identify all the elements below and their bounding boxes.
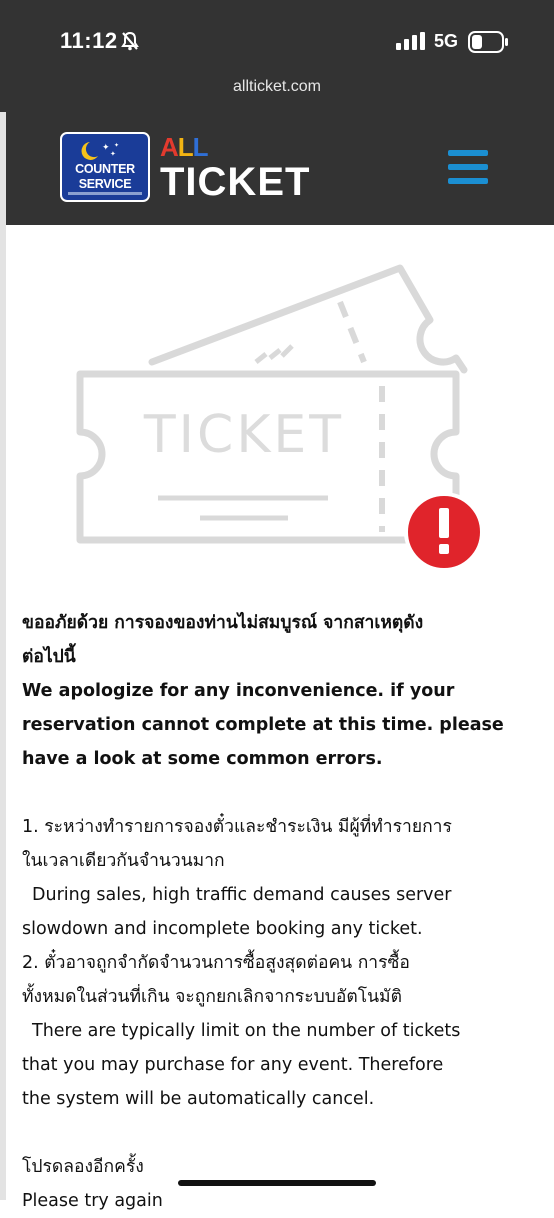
home-indicator[interactable] [178, 1180, 376, 1186]
reason2-english-line3: the system will be automatically cancel. [22, 1089, 375, 1109]
title-thai-line1: ขออภัยด้วย การจองของท่านไม่สมบูรณ์ จากสา… [22, 613, 424, 633]
reason2-english-line1: There are typically limit on the number … [32, 1021, 461, 1041]
logo-stripe [68, 192, 142, 195]
cellular-signal-icon [396, 32, 425, 50]
status-time: 11:12 [60, 28, 118, 53]
svg-text:✦: ✦ [110, 150, 116, 158]
retry-english: Please try again [22, 1191, 163, 1211]
bell-mute-icon [121, 31, 139, 51]
error-message: ขออภัยด้วย การจองของท่านไม่สมบูรณ์ จากสา… [22, 606, 542, 1218]
page-edge-shadow [0, 112, 6, 1200]
allticket-logo-ticket[interactable]: TICKET [160, 160, 310, 205]
brand-top-text: ALL [160, 132, 209, 162]
title-english-line2: reservation cannot complete at this time… [22, 715, 504, 735]
counter-service-logo[interactable]: ✦ ✦ ✦ COUNTER SERVICE [60, 132, 150, 202]
moon-stars-icon: ✦ ✦ ✦ [81, 142, 119, 160]
reason1-thai-line2: ในเวลาเดียวกันจำนวนมาก [22, 851, 225, 871]
battery-icon [468, 31, 508, 53]
title-english-line3: have a look at some common errors. [22, 749, 383, 769]
hamburger-menu-icon[interactable] [448, 150, 490, 186]
url-bar[interactable]: allticket.com [0, 78, 554, 96]
reason1-english-line2: slowdown and incomplete booking any tick… [22, 919, 423, 939]
reason2-thai-line1: 2. ตั๋วอาจถูกจำกัดจำนวนการซื้อสูงสุดต่อค… [22, 953, 410, 973]
retry-thai: โปรดลองอีกครั้ง [22, 1157, 144, 1177]
allticket-logo-all[interactable]: ALL [160, 132, 209, 163]
logo-text-counter: COUNTER [75, 162, 135, 176]
top-bar: 11:12 5G allticket.com ✦ ✦ ✦ COUNTER SER… [0, 0, 554, 225]
reason2-english-line2: that you may purchase for any event. The… [22, 1055, 444, 1075]
logo-text-service: SERVICE [78, 177, 132, 191]
ticket-error-illustration: TICKET [76, 264, 484, 572]
illustration-ticket-label: TICKET [143, 405, 344, 465]
title-thai-line2: ต่อไปนี้ [22, 647, 76, 667]
title-english-line1: We apologize for any inconvenience. if y… [22, 681, 455, 701]
reason1-english-line1: During sales, high traffic demand causes… [32, 885, 452, 905]
network-type: 5G [434, 31, 459, 51]
svg-text:✦: ✦ [102, 143, 110, 153]
reason1-thai-line1: 1. ระหว่างทำรายการจองตั๋วและชำระเงิน มีผ… [22, 817, 452, 837]
reason2-thai-line2: ทั้งหมดในส่วนที่เกิน จะถูกยกเลิกจากระบบอ… [22, 987, 402, 1007]
svg-text:✦: ✦ [114, 142, 119, 149]
